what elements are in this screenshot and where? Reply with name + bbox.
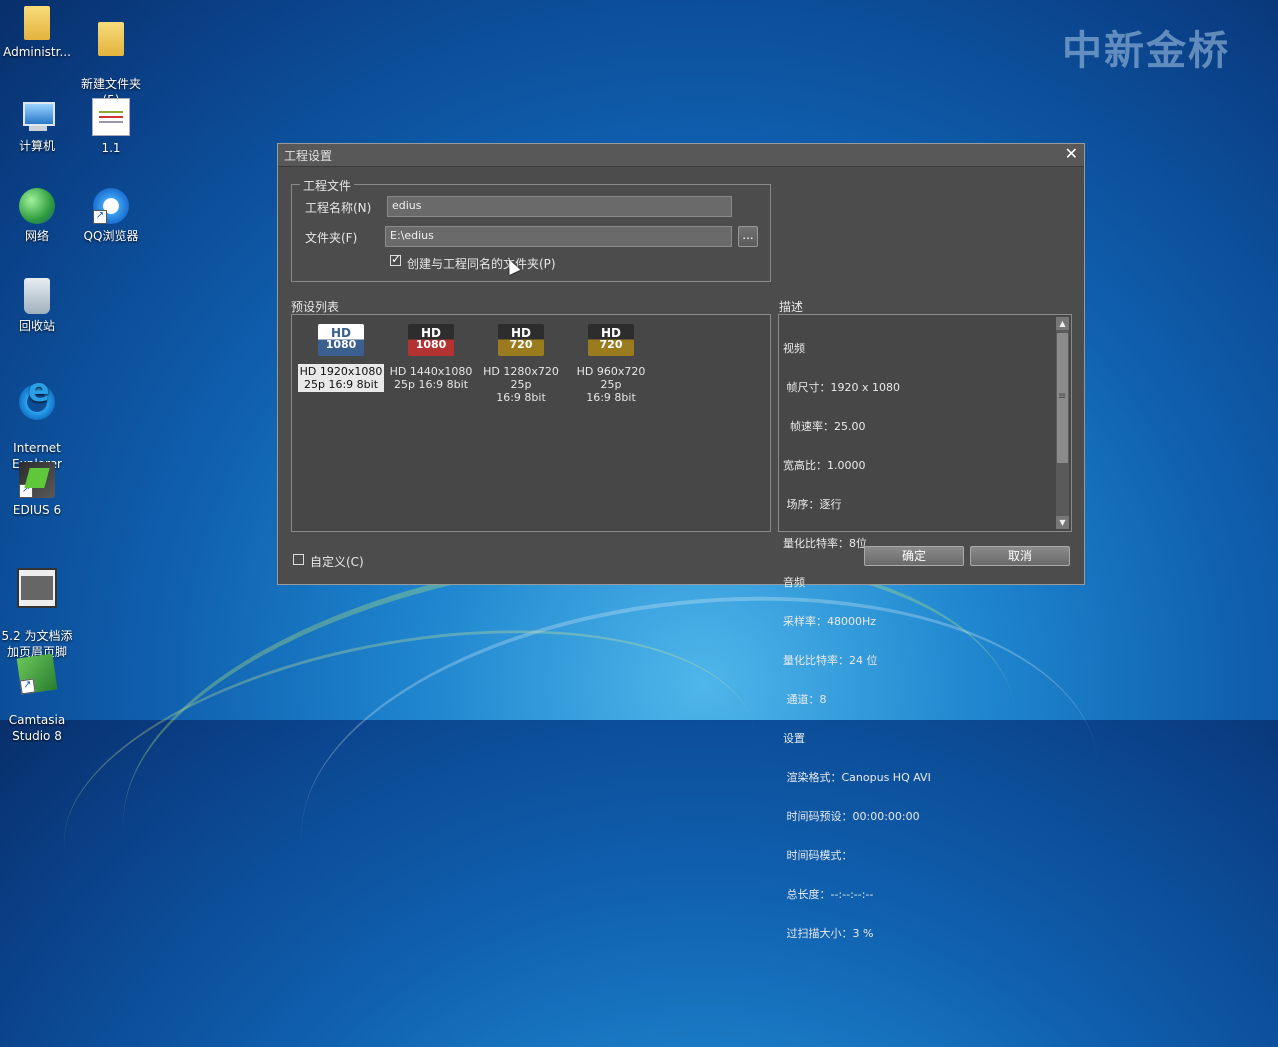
desktop-icon-label: EDIUS 6	[12, 503, 62, 517]
description-line: 宽高比：1.0000	[783, 459, 866, 472]
hd-720-badge-icon: HD 720	[498, 324, 544, 356]
shortcut-arrow-icon: ↗	[93, 210, 107, 224]
description-line: 量化比特率：24 位	[783, 654, 878, 667]
description-line: 通道：8	[783, 693, 827, 706]
project-name-input[interactable]: edius	[387, 196, 732, 217]
folder-user-icon	[24, 6, 50, 40]
folder-label: 文件夹(F)	[305, 231, 358, 245]
browse-folder-button[interactable]: ...	[738, 226, 758, 247]
scroll-down-arrow-icon[interactable]: ▼	[1056, 516, 1069, 529]
description-line: 帧速率：25.00	[783, 420, 866, 433]
description-line: 帧尺寸：1920 x 1080	[783, 381, 900, 394]
create-folder-label: 创建与工程同名的文件夹(P)	[407, 257, 556, 271]
desktop-icon-label: 计算机	[18, 139, 55, 153]
desktop-icon-label: 1.1	[101, 141, 121, 155]
preset-item[interactable]: HD 1080 HD 1440x1080 25p 16:9 8bit	[386, 324, 476, 392]
preset-caption: HD 1920x1080 25p 16:9 8bit	[297, 364, 385, 392]
desktop-icon-qq-browser[interactable]: ↗ QQ浏览器	[74, 188, 148, 244]
description-label: 描述	[779, 300, 804, 314]
folder-icon	[98, 22, 124, 56]
preset-caption: HD 960x720 25p 16:9 8bit	[576, 365, 646, 404]
camtasia-icon: ↗	[16, 653, 58, 695]
edius-icon: ↗	[19, 462, 55, 498]
description-scrollbar[interactable]: ▲ ▼	[1056, 317, 1069, 529]
desktop-icon-computer[interactable]: 计算机	[0, 98, 74, 154]
ok-button[interactable]: 确定	[864, 546, 964, 566]
scroll-thumb[interactable]	[1057, 333, 1068, 463]
desktop-icon-label: 网络	[24, 229, 49, 243]
description-panel[interactable]: 视频 帧尺寸：1920 x 1080 帧速率：25.00 宽高比：1.0000 …	[778, 314, 1072, 940]
document-icon	[92, 98, 130, 136]
preset-item[interactable]: HD 1080 HD 1920x1080 25p 16:9 8bit	[296, 324, 386, 392]
shortcut-arrow-icon: ↗	[19, 678, 36, 695]
preset-item[interactable]: HD 720 HD 1280x720 25p 16:9 8bit	[476, 324, 566, 405]
desktop-icon-recycle-bin[interactable]: 回收站	[0, 278, 74, 334]
desktop-icon-edius[interactable]: ↗ EDIUS 6	[0, 462, 74, 518]
project-name-label: 工程名称(N)	[305, 201, 372, 215]
desktop-icon-camtasia[interactable]: ↗ Camtasia Studio 8	[0, 640, 74, 760]
desktop-icon-label: Administr...	[3, 45, 71, 59]
desktop-icon-label: Camtasia Studio 8	[8, 713, 66, 743]
description-line: 时间码模式：	[783, 849, 853, 862]
description-line: 音频	[783, 576, 805, 589]
description-line: 过扫描大小：3 %	[783, 927, 874, 940]
description-line: 视频	[783, 342, 805, 355]
hd-1080-badge-icon: HD 1080	[408, 324, 454, 356]
project-settings-dialog: 工程设置 ✕ 工程文件 工程名称(N) edius 文件夹(F) E:\ediu…	[277, 143, 1085, 940]
custom-checkbox[interactable]	[293, 554, 304, 565]
hd-720-badge-icon: HD 720	[588, 324, 634, 356]
description-line: 设置	[783, 732, 805, 745]
description-text: 视频 帧尺寸：1920 x 1080 帧速率：25.00 宽高比：1.0000 …	[783, 316, 1051, 966]
scroll-up-arrow-icon[interactable]: ▲	[1056, 317, 1069, 330]
recycle-bin-icon	[24, 278, 50, 314]
desktop-icon-doc[interactable]: 1.1	[74, 98, 148, 156]
watermark-logo: 中新金桥	[1062, 28, 1230, 74]
description-line: 场序：逐行	[783, 498, 842, 511]
preset-caption: HD 1440x1080 25p 16:9 8bit	[389, 365, 473, 391]
hd-1080-badge-icon: HD 1080	[318, 324, 364, 356]
qq-browser-icon: ↗	[93, 188, 129, 224]
dialog-titlebar[interactable]: 工程设置 ✕	[278, 144, 1084, 167]
description-line: 总长度：--:--:--:--	[783, 888, 874, 901]
preset-caption: HD 1280x720 25p 16:9 8bit	[483, 365, 559, 404]
create-folder-checkbox[interactable]	[390, 252, 401, 266]
project-file-legend: 工程文件	[300, 177, 355, 194]
folder-path-input[interactable]: E:\edius	[385, 226, 732, 247]
video-file-icon	[17, 568, 57, 608]
internet-explorer-icon	[19, 382, 55, 420]
desktop-icon-network[interactable]: 网络	[0, 188, 74, 244]
close-icon[interactable]: ✕	[1065, 144, 1078, 163]
cancel-button[interactable]: 取消	[970, 546, 1070, 566]
desktop-icon-administrator[interactable]: Administr...	[0, 6, 74, 60]
preset-list-label: 预设列表	[291, 300, 340, 314]
desktop-icon-label: 回收站	[18, 319, 55, 333]
preset-item[interactable]: HD 720 HD 960x720 25p 16:9 8bit	[566, 324, 656, 405]
preset-list-panel[interactable]: HD 1080 HD 1920x1080 25p 16:9 8bit HD 108…	[291, 314, 771, 532]
description-line: 采样率：48000Hz	[783, 615, 877, 628]
network-icon	[19, 188, 55, 224]
description-line: 时间码预设：00:00:00:00	[783, 810, 920, 823]
desktop-icon-label: QQ浏览器	[83, 229, 139, 243]
computer-icon	[19, 98, 55, 134]
description-line: 渲染格式：Canopus HQ AVI	[783, 771, 931, 784]
wallpaper-swoosh	[39, 581, 781, 1002]
dialog-title: 工程设置	[284, 149, 333, 163]
shortcut-arrow-icon: ↗	[19, 484, 33, 498]
custom-label: 自定义(C)	[310, 555, 364, 569]
